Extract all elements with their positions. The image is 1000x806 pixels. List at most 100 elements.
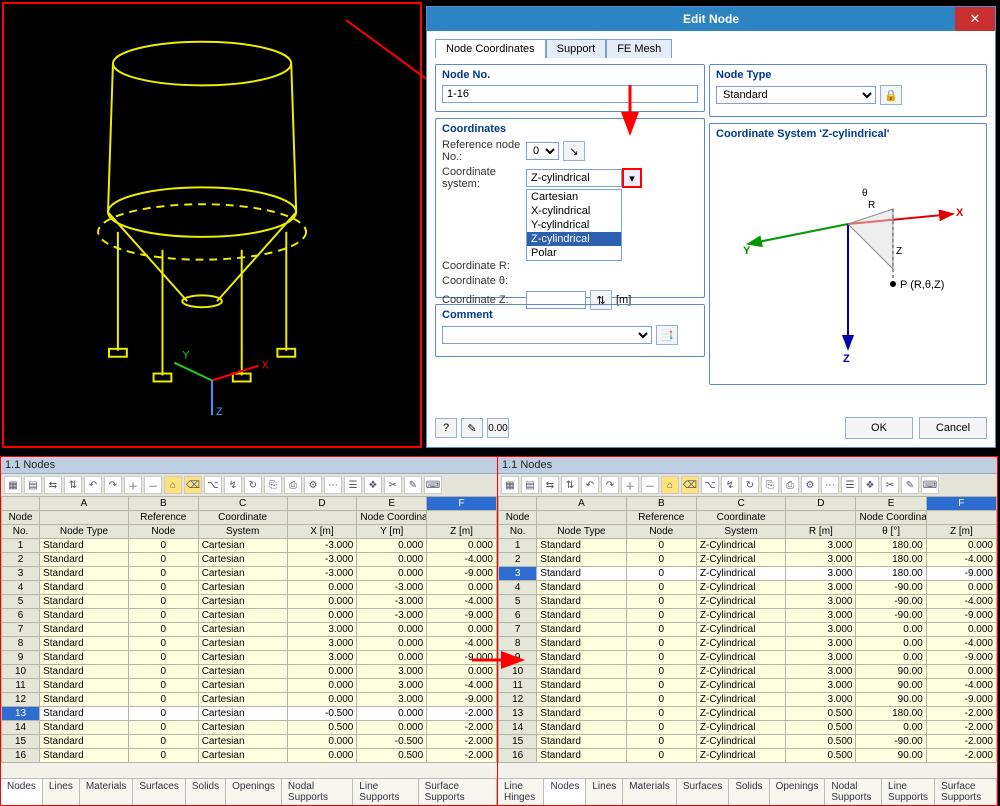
toolbar-button[interactable]: ❖ (364, 476, 382, 494)
node-no-input[interactable] (442, 85, 698, 103)
lock-icon[interactable]: 🔒 (880, 85, 902, 105)
chevron-down-icon[interactable]: ▾ (622, 168, 642, 188)
toolbar-button[interactable]: ✎ (404, 476, 422, 494)
footer-tab[interactable]: Lines (43, 779, 80, 805)
footer-tab[interactable]: Nodes (1, 779, 43, 805)
toolbar-button[interactable]: ⌂ (164, 476, 182, 494)
footer-tab[interactable]: Surfaces (677, 779, 729, 805)
toolbar-button[interactable]: － (641, 476, 659, 494)
close-icon[interactable]: ✕ (955, 7, 995, 31)
pane-title-right: 1.1 Nodes (498, 457, 997, 474)
label-coord-r: Coordinate R: (442, 260, 522, 272)
tab-node-coordinates[interactable]: Node Coordinates (435, 39, 546, 58)
comment-library-icon[interactable]: 📑 (656, 325, 678, 345)
toolbar-button[interactable]: ▤ (521, 476, 539, 494)
model-viewport[interactable]: X Y Z (2, 2, 422, 448)
toolbar-button[interactable]: ⇆ (541, 476, 559, 494)
ok-button[interactable]: OK (845, 417, 913, 439)
toolbar-button[interactable]: ↯ (721, 476, 739, 494)
pick-node-icon[interactable]: ↘ (563, 141, 585, 161)
toolbar-button[interactable]: ⌨ (424, 476, 442, 494)
toolbar-button[interactable]: ＋ (124, 476, 142, 494)
coord-system-dropdown[interactable]: Cartesian X-cylindrical Y-cylindrical Z-… (526, 189, 622, 261)
group-coordinates: Coordinates Reference node No.: 0 ↘ Coor… (435, 118, 705, 298)
toolbar-button[interactable]: ⎙ (284, 476, 302, 494)
toolbar-button[interactable]: ⇅ (561, 476, 579, 494)
toolbar-button[interactable]: ⎘ (761, 476, 779, 494)
ref-node-select[interactable]: 0 (526, 142, 559, 160)
footer-tab[interactable]: Nodal Supports (825, 779, 882, 805)
toolbar-button[interactable]: ↷ (104, 476, 122, 494)
footer-tab[interactable]: Materials (623, 779, 677, 805)
option-z-cyl[interactable]: Z-cylindrical (527, 232, 621, 246)
toolbar-button[interactable]: ⇆ (44, 476, 62, 494)
footer-tab[interactable]: Lines (586, 779, 623, 805)
toolbar-button[interactable]: ↶ (84, 476, 102, 494)
dialog-title: Edit Node (683, 12, 739, 26)
toolbar-button[interactable]: ↶ (581, 476, 599, 494)
footer-tab[interactable]: Solids (729, 779, 769, 805)
toolbar-button[interactable]: ☰ (344, 476, 362, 494)
svg-text:X: X (262, 360, 270, 372)
coord-system-value[interactable]: Z-cylindrical (526, 169, 622, 187)
option-polar[interactable]: Polar (527, 246, 621, 260)
toolbar-button[interactable]: ✂ (881, 476, 899, 494)
toolbar-button[interactable]: ⌫ (681, 476, 699, 494)
group-node-no: Node No. (435, 64, 705, 112)
toolbar-button[interactable]: ⌂ (661, 476, 679, 494)
footer-tab[interactable]: Openings (226, 779, 282, 805)
toolbar-button[interactable]: ⌫ (184, 476, 202, 494)
toolbar-button[interactable]: ↷ (601, 476, 619, 494)
footer-tab[interactable]: Surfaces (133, 779, 185, 805)
toolbar-button[interactable]: ▤ (24, 476, 42, 494)
footer-tab[interactable]: Solids (186, 779, 226, 805)
footer-tab[interactable]: Line Hinges (498, 779, 544, 805)
toolbar-button[interactable]: ↻ (741, 476, 759, 494)
toolbar-button[interactable]: ⌥ (204, 476, 222, 494)
comment-input[interactable] (442, 326, 652, 344)
toolbar-button[interactable]: ＋ (621, 476, 639, 494)
footer-tab[interactable]: Surface Supports (935, 779, 997, 805)
footer-tab[interactable]: Line Supports (353, 779, 418, 805)
tab-support[interactable]: Support (546, 39, 607, 58)
node-type-select[interactable]: Standard (716, 86, 876, 104)
toolbar-button[interactable]: ⋯ (821, 476, 839, 494)
footer-tab[interactable]: Nodal Supports (282, 779, 353, 805)
toolbar-button[interactable]: ⇅ (64, 476, 82, 494)
grid-right[interactable]: ABCDEFNodeReferenceCoordinateNode Coordi… (498, 496, 997, 763)
toolbar-button[interactable]: ⚙ (801, 476, 819, 494)
footer-tab[interactable]: Surface Supports (419, 779, 497, 805)
toolbar-button[interactable]: ⎙ (781, 476, 799, 494)
cancel-button[interactable]: Cancel (919, 417, 987, 439)
option-cartesian[interactable]: Cartesian (527, 190, 621, 204)
help-icon[interactable]: ? (435, 418, 457, 438)
footer-tab[interactable]: Nodes (544, 779, 586, 805)
option-y-cyl[interactable]: Y-cylindrical (527, 218, 621, 232)
toolbar-button[interactable]: ☰ (841, 476, 859, 494)
footer-tab[interactable]: Materials (80, 779, 134, 805)
toolbar-button[interactable]: － (144, 476, 162, 494)
group-preview: Coordinate System 'Z-cylindrical' X (709, 123, 987, 385)
footer-tab[interactable]: Openings (770, 779, 826, 805)
toolbar-button[interactable]: ⌨ (921, 476, 939, 494)
toolbar-button[interactable]: ↻ (244, 476, 262, 494)
footer-tabs-left: NodesLinesMaterialsSurfacesSolidsOpening… (1, 778, 497, 805)
edit-icon[interactable]: ✎ (461, 418, 483, 438)
toolbar-button[interactable]: ▦ (4, 476, 22, 494)
svg-text:Z: Z (896, 246, 902, 257)
toolbar-button[interactable]: ⚙ (304, 476, 322, 494)
toolbar-button[interactable]: ⎘ (264, 476, 282, 494)
toolbar-button[interactable]: ✂ (384, 476, 402, 494)
units-icon[interactable]: 0.00 (487, 418, 509, 438)
toolbar-button[interactable]: ❖ (861, 476, 879, 494)
toolbar-button[interactable]: ▦ (501, 476, 519, 494)
dialog-titlebar[interactable]: Edit Node ✕ (427, 7, 995, 31)
toolbar-button[interactable]: ⋯ (324, 476, 342, 494)
option-x-cyl[interactable]: X-cylindrical (527, 204, 621, 218)
toolbar-button[interactable]: ✎ (901, 476, 919, 494)
tab-fe-mesh[interactable]: FE Mesh (606, 39, 672, 58)
toolbar-button[interactable]: ↯ (224, 476, 242, 494)
toolbar-button[interactable]: ⌥ (701, 476, 719, 494)
grid-left[interactable]: ABCDEFNodeReferenceCoordinateNode Coordi… (1, 496, 497, 763)
footer-tab[interactable]: Line Supports (882, 779, 935, 805)
